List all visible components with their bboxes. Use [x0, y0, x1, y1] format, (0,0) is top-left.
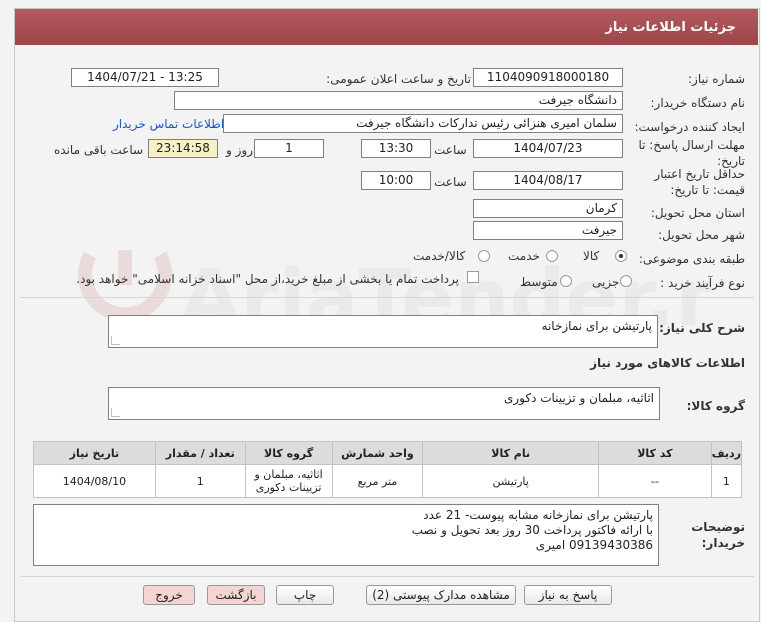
goods-group-label: گروه کالا: [686, 399, 745, 413]
goods-table-header: تاریخ نیاز تعداد / مقدار گروه کالا واحد … [33, 441, 743, 465]
days-field[interactable]: 1 [254, 139, 324, 158]
validity-time-field[interactable]: 10:00 [361, 171, 431, 190]
treasury-payment-checkbox[interactable] [467, 271, 479, 283]
cell-row: 1 [710, 464, 743, 498]
province-label: استان محل تحویل: [650, 206, 745, 220]
category-option-service: خدمت [508, 249, 540, 263]
city-label: شهر محل تحویل: [658, 228, 745, 242]
goods-group-text: اثاثیه، مبلمان و تزیینات دکوری [503, 391, 654, 405]
buyer-notes-line-1: پارتیشن برای نمازخانه مشابه پیوست- 21 عد… [423, 508, 653, 522]
view-attachments-button[interactable]: مشاهده مدارک پیوستی (2) [366, 585, 516, 605]
col-row: ردیف [710, 441, 743, 465]
buyer-org-label: نام دستگاه خریدار: [650, 96, 746, 110]
buyer-notes-field[interactable]: پارتیشن برای نمازخانه مشابه پیوست- 21 عد… [33, 504, 659, 566]
reply-button[interactable]: پاسخ به نیاز [524, 585, 612, 605]
category-radio-service[interactable] [546, 250, 558, 262]
back-button[interactable]: بازگشت [207, 585, 265, 605]
validity-date-field[interactable]: 1404/08/17 [473, 171, 623, 190]
validity-label: حداقل تاریخ اعتبار قیمت: تا تاریخ: [654, 167, 745, 197]
creator-field[interactable]: سلمان امیری هنزائی رئیس تدارکات دانشگاه … [223, 114, 623, 133]
print-button[interactable]: چاپ [276, 585, 334, 605]
creator-label: ایجاد کننده درخواست: [634, 120, 745, 134]
col-goods-code: کد کالا [598, 441, 712, 465]
summary-label: شرح کلی نیاز: [659, 321, 745, 335]
category-option-goods: کالا [583, 249, 600, 263]
deadline-time-field[interactable]: 13:30 [361, 139, 431, 158]
col-unit: واحد شمارش [331, 441, 424, 465]
goods-section-title: اطلاعات کالاهای مورد نیاز [590, 356, 745, 370]
announce-field[interactable]: 1404/07/21 - 13:25 [71, 68, 219, 87]
process-option-minor: جزیی [592, 275, 620, 289]
category-radio-both[interactable] [478, 250, 490, 262]
table-row[interactable]: 1404/08/10 1 اثاثیه، مبلمان و تزیینات دک… [33, 464, 743, 498]
days-label: روز و [226, 143, 253, 157]
need-number-field[interactable]: 1104090918000180 [473, 68, 623, 87]
process-radio-medium[interactable] [560, 275, 572, 287]
province-field[interactable]: کرمان [473, 199, 623, 218]
col-goods-group: گروه کالا [244, 441, 333, 465]
cell-goods-code: -- [598, 464, 712, 498]
process-radio-minor[interactable] [620, 275, 632, 287]
cell-goods-group: اثاثیه، مبلمان و تزیینات دکوری [244, 464, 333, 498]
buyer-notes-line-2: با ارائه فاکتور پرداخت 30 روز بعد تحویل … [411, 523, 653, 537]
announce-label: تاریخ و ساعت اعلان عمومی: [326, 72, 471, 86]
page-title: جزئیات اطلاعات نیاز [605, 20, 736, 35]
divider-2 [20, 576, 754, 577]
title-bar: جزئیات اطلاعات نیاز [15, 9, 758, 45]
summary-text: پارتیشن برای نمازخانه [541, 319, 652, 333]
remaining-time-field: 23:14:58 [148, 139, 218, 158]
validity-time-label: ساعت [434, 175, 467, 189]
category-radio-goods[interactable] [615, 250, 627, 262]
deadline-time-label: ساعت [434, 143, 467, 157]
cell-quantity: 1 [154, 464, 246, 498]
summary-field[interactable]: پارتیشن برای نمازخانه [108, 315, 658, 348]
goods-group-field[interactable]: اثاثیه، مبلمان و تزیینات دکوری [108, 387, 660, 420]
category-option-both: کالا/خدمت [413, 249, 466, 263]
exit-button[interactable]: خروج [143, 585, 195, 605]
contact-info-link[interactable]: اطلاعات تماس خریدار [113, 117, 224, 131]
col-goods-name: نام کالا [422, 441, 599, 465]
remaining-label: ساعت باقی مانده [54, 143, 144, 157]
cell-unit: متر مربع [331, 464, 424, 498]
buyer-notes-label: توضیحات خریدار: [691, 520, 745, 550]
process-label: نوع فرآیند خرید : [660, 276, 745, 290]
buyer-notes-line-3: 09139430386 امیری [535, 538, 653, 552]
category-label: طبقه بندی موضوعی: [638, 252, 745, 266]
col-quantity: تعداد / مقدار [154, 441, 246, 465]
treasury-payment-note: پرداخت تمام یا بخشی از مبلغ خرید،از محل … [76, 272, 459, 286]
deadline-label: مهلت ارسال پاسخ: تا تاریخ: [638, 138, 745, 168]
process-option-medium: متوسط [520, 275, 558, 289]
divider-1 [20, 297, 754, 298]
cell-need-date: 1404/08/10 [33, 464, 156, 498]
city-field[interactable]: جیرفت [473, 221, 623, 240]
deadline-date-field[interactable]: 1404/07/23 [473, 139, 623, 158]
cell-goods-name: پارتیشن [422, 464, 599, 498]
buyer-org-field[interactable]: دانشگاه جیرفت [174, 91, 623, 110]
need-number-label: شماره نیاز: [688, 72, 745, 86]
goods-table: تاریخ نیاز تعداد / مقدار گروه کالا واحد … [33, 441, 743, 498]
col-need-date: تاریخ نیاز [33, 441, 156, 465]
